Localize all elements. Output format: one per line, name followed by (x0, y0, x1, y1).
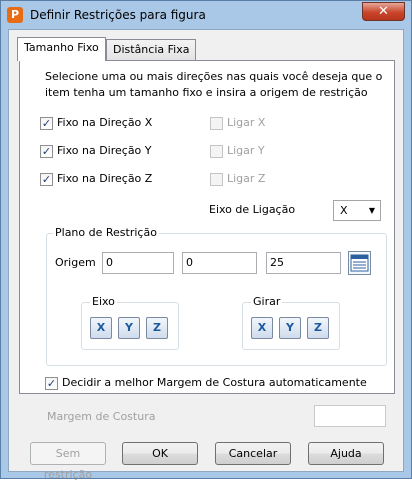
fixed-x-label: Fixo na Direção X (57, 116, 153, 129)
app-icon: P (7, 7, 23, 23)
fixed-y-label: Fixo na Direção Y (57, 144, 152, 157)
origin-z-input[interactable]: 25 (266, 252, 341, 274)
axis-group-title: Eixo (90, 295, 117, 308)
axis-group: Eixo X Y Z (81, 295, 179, 350)
fixed-y-checkbox[interactable]: ✓ (40, 145, 53, 158)
link-axis-select[interactable]: X ▼ (333, 200, 381, 221)
origin-y-input[interactable]: 0 (182, 252, 257, 274)
seam-margin-input[interactable] (314, 405, 386, 427)
fixed-z-checkbox[interactable]: ✓ (40, 173, 53, 186)
constraint-plane-group: Plano de Restrição Origem 0 0 25 Eixo X … (46, 226, 387, 366)
rotate-x-button[interactable]: X (251, 317, 273, 339)
fixed-x-checkbox[interactable]: ✓ (40, 117, 53, 130)
ok-button[interactable]: OK (122, 442, 198, 465)
close-button[interactable]: ✕ (362, 2, 405, 21)
dialog-client: Tamanho Fixo Distância Fixa Selecione um… (8, 29, 404, 481)
tab-tamanho-fixo[interactable]: Tamanho Fixo (17, 37, 106, 61)
table-icon[interactable] (348, 251, 371, 275)
origin-label: Origem (55, 256, 96, 269)
link-z-label: Ligar Z (227, 172, 266, 185)
chevron-down-icon: ▼ (368, 206, 375, 215)
axis-x-button[interactable]: X (90, 317, 112, 339)
rotate-y-button[interactable]: Y (279, 317, 301, 339)
instructions-text: Selecione uma ou mais direções nas quais… (45, 70, 383, 99)
rotate-group-title: Girar (251, 295, 283, 308)
link-z-checkbox[interactable] (210, 173, 223, 186)
cancel-button[interactable]: Cancelar (215, 442, 291, 465)
window-title: Definir Restrições para figura (30, 8, 206, 22)
link-axis-value: X (340, 204, 348, 217)
rotate-z-button[interactable]: Z (307, 317, 329, 339)
dialog-window: P Definir Restrições para figura ✕ Taman… (0, 0, 412, 481)
help-button[interactable]: Ajuda (308, 442, 384, 465)
axis-z-button[interactable]: Z (146, 317, 168, 339)
axis-y-button[interactable]: Y (118, 317, 140, 339)
link-y-label: Ligar Y (227, 144, 265, 157)
link-x-label: Ligar X (227, 116, 266, 129)
seam-margin-label: Margem de Costura (47, 410, 156, 423)
title-bar[interactable]: P Definir Restrições para figura ✕ (1, 1, 411, 29)
link-x-checkbox[interactable] (210, 117, 223, 130)
no-restriction-button[interactable]: Sem restrição (30, 442, 106, 481)
fixed-z-label: Fixo na Direção Z (57, 172, 153, 185)
seam-auto-label: Decidir a melhor Margem de Costura autom… (62, 376, 367, 389)
origin-x-input[interactable]: 0 (102, 252, 174, 274)
rotate-group: Girar X Y Z (242, 295, 340, 350)
seam-auto-checkbox[interactable]: ✓ (45, 377, 58, 390)
link-axis-label: Eixo de Ligação (209, 203, 296, 216)
tab-distancia-fixa[interactable]: Distância Fixa (106, 39, 197, 60)
link-y-checkbox[interactable] (210, 145, 223, 158)
tab-panel: Selecione uma ou mais direções nas quais… (19, 60, 395, 394)
constraint-plane-title: Plano de Restrição (53, 226, 159, 239)
